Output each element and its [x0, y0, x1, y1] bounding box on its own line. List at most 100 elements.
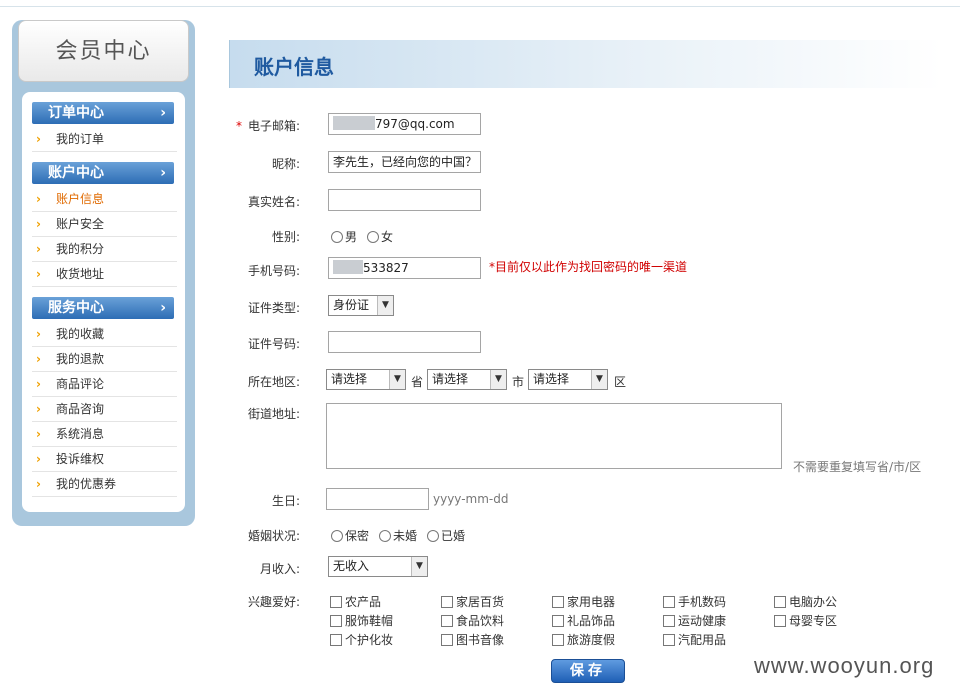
gender-label: 性别:: [271, 230, 300, 244]
sidebar-item-label: 账户信息: [56, 192, 105, 206]
checkbox-box[interactable]: [441, 615, 453, 627]
hobby-checkbox[interactable]: 母婴专区: [774, 612, 837, 629]
sidebar-item[interactable]: › 我的收藏: [32, 322, 177, 347]
sidebar-item[interactable]: › 商品评论: [32, 372, 177, 397]
arrow-right-icon: ›: [36, 192, 41, 206]
sidebar-section-1[interactable]: 账户中心 ›: [32, 162, 174, 184]
region-label: 所在地区:: [247, 375, 300, 389]
hobby-checkbox[interactable]: 食品饮料: [441, 612, 504, 629]
city-unit: 市: [512, 375, 525, 389]
checkbox-box[interactable]: [441, 596, 453, 608]
hobby-label: 农产品: [345, 595, 382, 609]
checkbox-box[interactable]: [552, 596, 564, 608]
district-unit: 区: [614, 375, 627, 389]
sidebar-item[interactable]: › 账户信息: [32, 187, 177, 212]
hobby-label: 母婴专区: [789, 614, 838, 628]
sidebar-item-label: 我的积分: [56, 242, 105, 256]
marital-secret-radio[interactable]: 保密: [331, 527, 369, 544]
chevron-right-icon: ›: [160, 300, 166, 316]
hobby-checkbox[interactable]: 礼品饰品: [552, 612, 615, 629]
email-field[interactable]: 797@qq.com: [328, 113, 481, 135]
hobby-checkbox[interactable]: 服饰鞋帽: [330, 612, 393, 629]
id-number-field[interactable]: [328, 331, 481, 353]
sidebar-item[interactable]: › 商品咨询: [32, 397, 177, 422]
sidebar-item-label: 账户安全: [56, 217, 105, 231]
marital-single-radio[interactable]: 未婚: [379, 527, 417, 544]
arrow-right-icon: ›: [36, 477, 41, 491]
checkbox-box[interactable]: [441, 634, 453, 646]
sidebar-item[interactable]: › 我的订单: [32, 127, 177, 152]
chevron-down-icon: ▼: [377, 296, 393, 315]
checkbox-box[interactable]: [330, 634, 342, 646]
checkbox-box[interactable]: [774, 615, 786, 627]
checkbox-box[interactable]: [552, 634, 564, 646]
chevron-down-icon: ▼: [389, 370, 405, 389]
sidebar-item[interactable]: › 收货地址: [32, 262, 177, 287]
hobby-label: 家用电器: [567, 595, 616, 609]
street-hint: 不需要重复填写省/市/区: [793, 460, 922, 474]
page-title: 账户信息: [254, 55, 334, 79]
gender-female-radio[interactable]: 女: [367, 228, 393, 245]
hobby-checkbox[interactable]: 图书音像: [441, 631, 504, 648]
province-unit: 省: [411, 375, 424, 389]
arrow-right-icon: ›: [36, 132, 41, 146]
income-select[interactable]: 无收入 ▼: [328, 556, 428, 577]
hobby-checkbox[interactable]: 个护化妆: [330, 631, 393, 648]
gender-male-radio[interactable]: 男: [331, 228, 357, 245]
checkbox-box[interactable]: [774, 596, 786, 608]
hobby-checkbox[interactable]: 汽配用品: [663, 631, 726, 648]
hobby-label: 运动健康: [678, 614, 727, 628]
hobby-label: 个护化妆: [345, 633, 394, 647]
checkbox-box[interactable]: [330, 596, 342, 608]
province-select[interactable]: 请选择 ▼: [326, 369, 406, 390]
sidebar-section-0[interactable]: 订单中心 ›: [32, 102, 174, 124]
arrow-right-icon: ›: [36, 267, 41, 281]
hobby-checkbox[interactable]: 农产品: [330, 593, 381, 610]
checkbox-box[interactable]: [663, 615, 675, 627]
sidebar-item[interactable]: › 我的退款: [32, 347, 177, 372]
income-label: 月收入:: [259, 562, 300, 576]
marital-married-radio[interactable]: 已婚: [427, 527, 465, 544]
email-label: * 电子邮箱:: [235, 119, 300, 133]
sidebar-item[interactable]: › 我的优惠券: [32, 472, 177, 497]
birthday-field[interactable]: [326, 488, 429, 510]
street-address-input[interactable]: [326, 403, 782, 469]
save-button[interactable]: 保存: [551, 659, 625, 683]
sidebar-item-label: 商品咨询: [56, 402, 105, 416]
hobby-checkbox[interactable]: 家居百货: [441, 593, 504, 610]
required-mark: *: [235, 119, 242, 133]
hobby-checkbox[interactable]: 家用电器: [552, 593, 615, 610]
checkbox-box[interactable]: [330, 615, 342, 627]
hobby-checkbox[interactable]: 旅游度假: [552, 631, 615, 648]
chevron-down-icon: ▼: [411, 557, 427, 576]
hobby-label: 汽配用品: [678, 633, 727, 647]
sidebar-item-label: 系统消息: [56, 427, 105, 441]
checkbox-box[interactable]: [663, 634, 675, 646]
sidebar-section-2[interactable]: 服务中心 ›: [32, 297, 174, 319]
hobby-checkbox[interactable]: 运动健康: [663, 612, 726, 629]
sidebar-item[interactable]: › 我的积分: [32, 237, 177, 262]
hobby-label: 食品饮料: [456, 614, 505, 628]
nickname-label: 昵称:: [271, 157, 300, 171]
city-select[interactable]: 请选择 ▼: [427, 369, 507, 390]
mobile-label: 手机号码:: [247, 264, 300, 278]
sidebar-item-label: 投诉维权: [56, 452, 105, 466]
hobby-checkbox[interactable]: 电脑办公: [774, 593, 837, 610]
hobby-label: 家居百货: [456, 595, 505, 609]
street-label: 街道地址:: [247, 407, 300, 421]
hobby-label: 电脑办公: [789, 595, 838, 609]
mobile-field[interactable]: 533827: [328, 257, 481, 279]
nickname-field[interactable]: 李先生，已经向您的中国？: [328, 151, 481, 173]
realname-field[interactable]: [328, 189, 481, 211]
sidebar-item[interactable]: › 投诉维权: [32, 447, 177, 472]
checkbox-box[interactable]: [663, 596, 675, 608]
birthday-label: 生日:: [271, 494, 300, 508]
hobby-checkbox[interactable]: 手机数码: [663, 593, 726, 610]
id-type-select[interactable]: 身份证 ▼: [328, 295, 394, 316]
checkbox-box[interactable]: [552, 615, 564, 627]
district-select[interactable]: 请选择 ▼: [528, 369, 608, 390]
sidebar-item[interactable]: › 系统消息: [32, 422, 177, 447]
sidebar-item[interactable]: › 账户安全: [32, 212, 177, 237]
page-title-bar: 账户信息: [229, 40, 942, 88]
hobbies-label: 兴趣爱好:: [247, 595, 300, 609]
